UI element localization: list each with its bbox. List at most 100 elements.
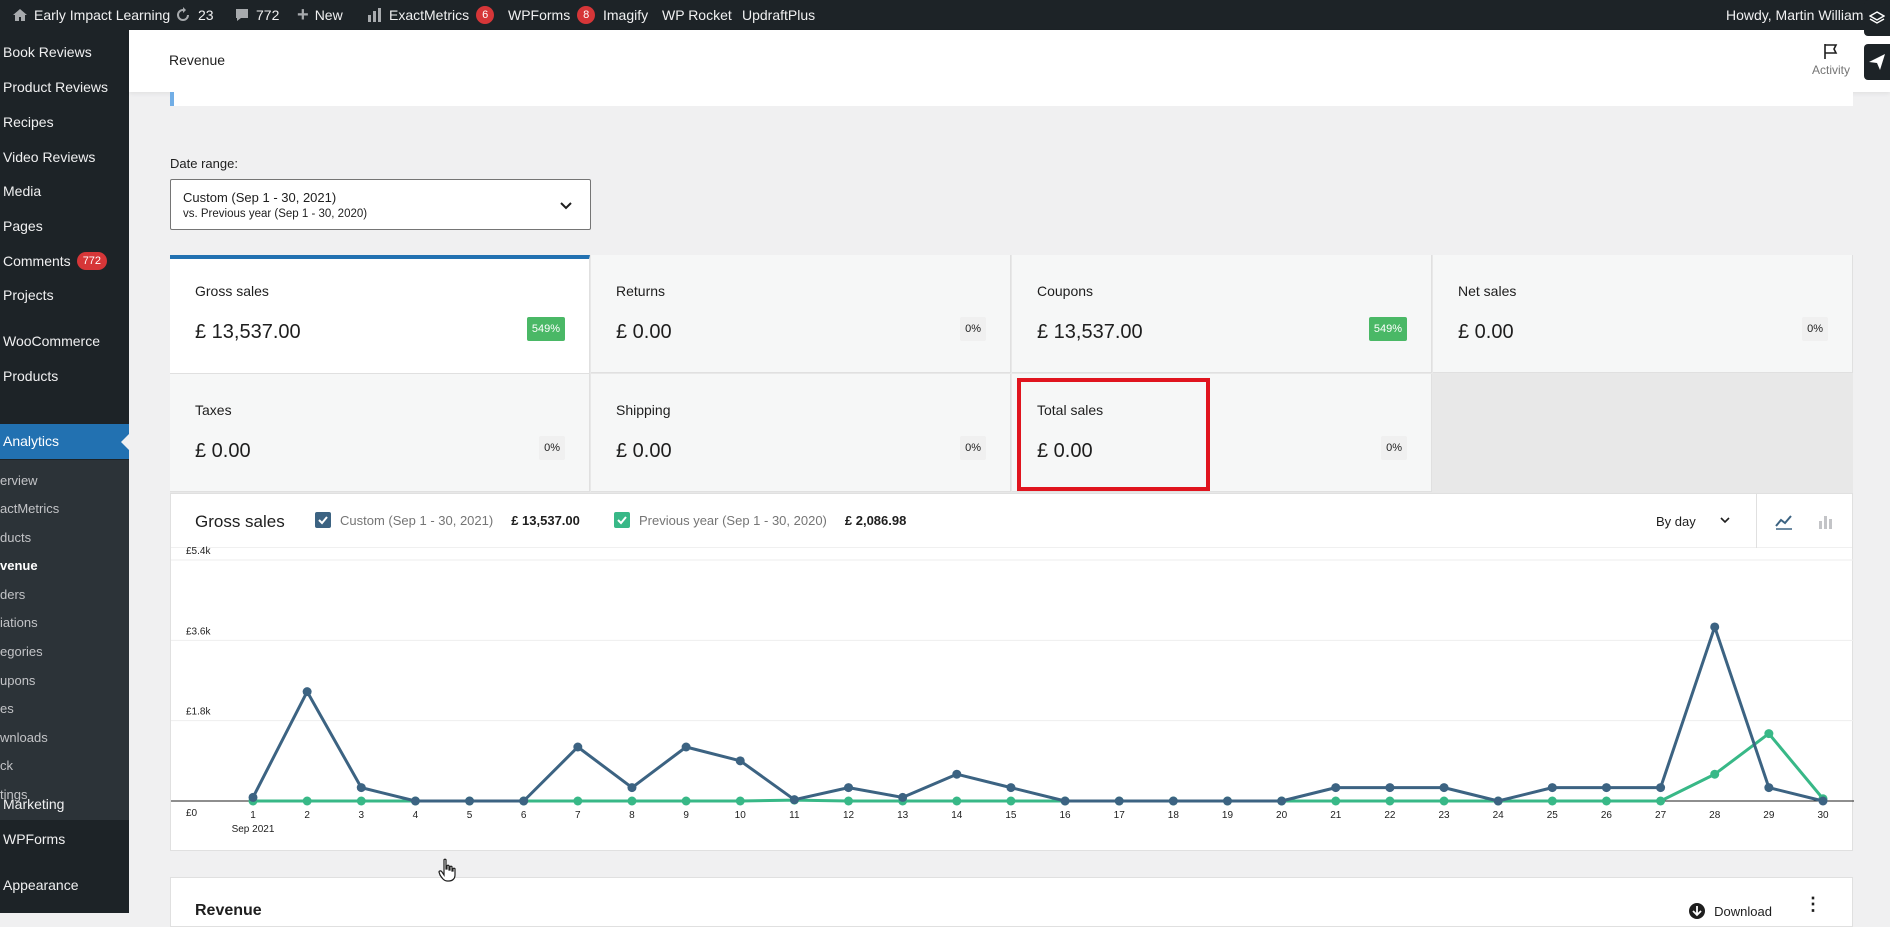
x-tick-label: 24 — [1493, 810, 1505, 821]
sidebar-item-book-reviews[interactable]: Book Reviews — [3, 44, 92, 60]
data-point — [356, 783, 366, 793]
site-name-link[interactable]: Early Impact Learning — [12, 0, 170, 30]
summary-tile-taxes[interactable]: Taxes £ 0.00 0% — [170, 374, 590, 492]
data-point — [735, 796, 745, 806]
download-button[interactable]: Download — [1688, 902, 1772, 920]
send-button[interactable] — [1864, 44, 1890, 80]
howdy-label: Howdy, Martin Williams — [1726, 7, 1871, 23]
data-point — [1547, 796, 1557, 806]
data-point — [1547, 783, 1557, 793]
submenu-coupons[interactable]: upons — [0, 673, 35, 688]
updraftplus-link[interactable]: UpdraftPlus — [742, 0, 815, 30]
summary-delta: 0% — [1802, 317, 1828, 341]
summary-tile-gross-sales[interactable]: Gross sales £ 13,537.00 549% — [170, 255, 590, 374]
x-tick-label: 25 — [1547, 810, 1559, 821]
sidebar-item-label: Recipes — [3, 114, 54, 130]
submenu-orders[interactable]: ders — [0, 587, 25, 602]
x-tick-label: 11 — [789, 810, 800, 821]
data-point — [1006, 783, 1016, 793]
series-line — [253, 732, 1825, 803]
bar-chart-icon — [367, 7, 383, 23]
summary-label: Gross sales — [195, 283, 269, 299]
submenu-products[interactable]: ducts — [0, 530, 31, 545]
sidebar-item-appearance[interactable]: Appearance — [3, 877, 79, 893]
sidebar-item-marketing[interactable]: Marketing — [3, 796, 64, 812]
plus-icon: + — [297, 3, 309, 26]
revenue-table-panel: Revenue Download ⋮ — [170, 877, 1853, 927]
summary-value: £ 0.00 — [616, 440, 672, 462]
sidebar-item-pages[interactable]: Pages — [3, 218, 43, 234]
sidebar-item-products[interactable]: Products — [3, 368, 58, 384]
summary-tile-total-sales[interactable]: Total sales £ 0.00 0% — [1012, 374, 1432, 492]
date-range-secondary: vs. Previous year (Sep 1 - 30, 2020) — [183, 208, 368, 220]
x-tick-label: 22 — [1384, 810, 1396, 821]
x-tick-label: 13 — [897, 810, 909, 821]
sidebar-item-projects[interactable]: Projects — [3, 287, 54, 303]
summary-tile-shipping[interactable]: Shipping £ 0.00 0% — [591, 374, 1011, 492]
updates-link[interactable]: 23 — [174, 0, 214, 30]
x-tick-label: 1 — [250, 810, 256, 821]
x-tick-label: 12 — [843, 810, 855, 821]
submenu-exactmetrics[interactable]: actMetrics — [0, 501, 59, 516]
sidebar-item-label: Products — [3, 368, 59, 384]
x-tick-label: 2 — [304, 810, 310, 821]
summary-tile-net-sales[interactable]: Net sales £ 0.00 0% — [1433, 255, 1853, 373]
data-point — [1710, 622, 1720, 632]
date-range-primary: Custom (Sep 1 - 30, 2021) — [183, 190, 337, 205]
summary-value: £ 0.00 — [195, 440, 251, 462]
sidebar-item-label: Pages — [3, 218, 43, 234]
sidebar-item-woocommerce[interactable]: WooCommerce — [3, 333, 100, 349]
sidebar-item-comments[interactable]: Comments 772 — [3, 252, 108, 270]
howdy-account[interactable]: Howdy, Martin Williams — [1726, 0, 1870, 30]
data-point — [1168, 796, 1178, 806]
table-title: Revenue — [195, 902, 262, 919]
sidebar-item-video-reviews[interactable]: Video Reviews — [3, 149, 95, 165]
summary-value: £ 0.00 — [1458, 321, 1514, 343]
submenu-categories[interactable]: egories — [0, 644, 43, 659]
comments-link[interactable]: 772 — [234, 0, 279, 30]
submenu-variations[interactable]: iations — [0, 615, 38, 630]
submenu-overview[interactable]: erview — [0, 473, 38, 488]
sidebar-item-recipes[interactable]: Recipes — [3, 114, 54, 130]
sidebar-item-label: WooCommerce — [3, 333, 100, 349]
submenu-revenue[interactable]: venue — [0, 558, 38, 573]
x-tick-label: 27 — [1655, 810, 1667, 821]
summary-label: Returns — [616, 283, 666, 299]
sidebar-item-product-reviews[interactable]: Product Reviews — [3, 79, 108, 95]
submenu-downloads[interactable]: wnloads — [0, 730, 48, 745]
comment-icon — [234, 7, 250, 23]
sidebar-item-media[interactable]: Media — [3, 183, 41, 199]
x-tick-label: 30 — [1817, 810, 1829, 821]
sidebar-item-label: Marketing — [3, 796, 65, 812]
summary-tile-returns[interactable]: Returns £ 0.00 0% — [591, 255, 1011, 373]
date-range-dropdown[interactable]: Custom (Sep 1 - 30, 2021) vs. Previous y… — [170, 179, 591, 230]
x-tick-label: 29 — [1763, 810, 1775, 821]
download-label: Download — [1714, 903, 1772, 919]
data-point — [465, 796, 475, 806]
data-point — [789, 795, 799, 805]
activity-button[interactable]: Activity — [1812, 42, 1850, 77]
sidebar-item-wpforms[interactable]: WPForms — [3, 831, 65, 847]
submenu-taxes[interactable]: es — [0, 701, 14, 716]
data-point — [1764, 729, 1774, 739]
data-point — [1601, 796, 1611, 806]
data-point — [302, 796, 312, 806]
layers-icon — [1869, 11, 1885, 24]
wpforms-link[interactable]: WPForms 8 — [508, 0, 596, 30]
data-point — [573, 796, 583, 806]
y-tick-label: £5.4k — [186, 546, 211, 557]
more-menu-icon[interactable]: ⋮ — [1804, 894, 1822, 915]
data-point — [1331, 783, 1341, 793]
imagify-link[interactable]: Imagify — [603, 0, 648, 30]
sidebar-item-label: Product Reviews — [3, 79, 109, 95]
layers-button[interactable] — [1864, 0, 1890, 36]
submenu-stock[interactable]: ck — [0, 758, 13, 773]
wp-rocket-link[interactable]: WP Rocket — [662, 0, 732, 30]
new-content-link[interactable]: + New — [297, 0, 343, 30]
exactmetrics-link[interactable]: ExactMetrics 6 — [367, 0, 495, 30]
sidebar-item-label: Book Reviews — [3, 44, 92, 60]
summary-value: £ 13,537.00 — [1037, 321, 1143, 343]
sidebar-item-analytics[interactable]: Analytics — [0, 424, 129, 459]
exactmetrics-badge: 6 — [476, 6, 495, 24]
summary-tile-coupons[interactable]: Coupons £ 13,537.00 549% — [1012, 255, 1432, 373]
